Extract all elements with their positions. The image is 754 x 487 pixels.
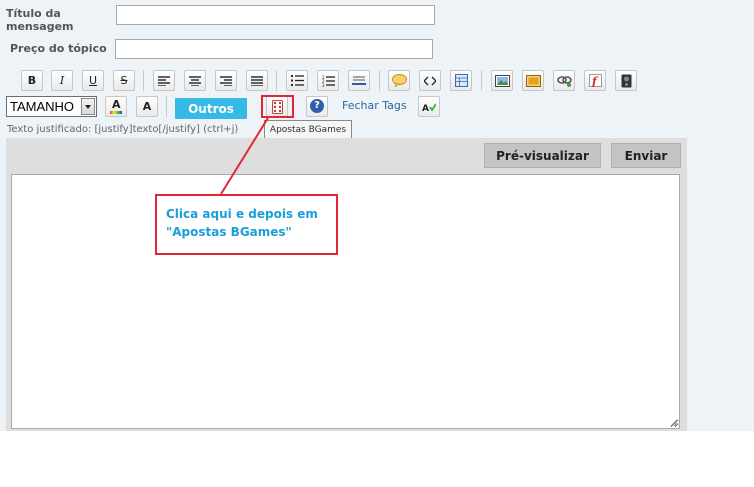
annotation-line2: "Apostas BGames" bbox=[166, 225, 292, 239]
annotation-text: Clica aqui e depois em "Apostas BGames" bbox=[166, 205, 318, 241]
annotation-line1: Clica aqui e depois em bbox=[166, 207, 318, 221]
annotation-arrow bbox=[220, 117, 269, 195]
annotation-box: Clica aqui e depois em "Apostas BGames" bbox=[155, 194, 338, 255]
